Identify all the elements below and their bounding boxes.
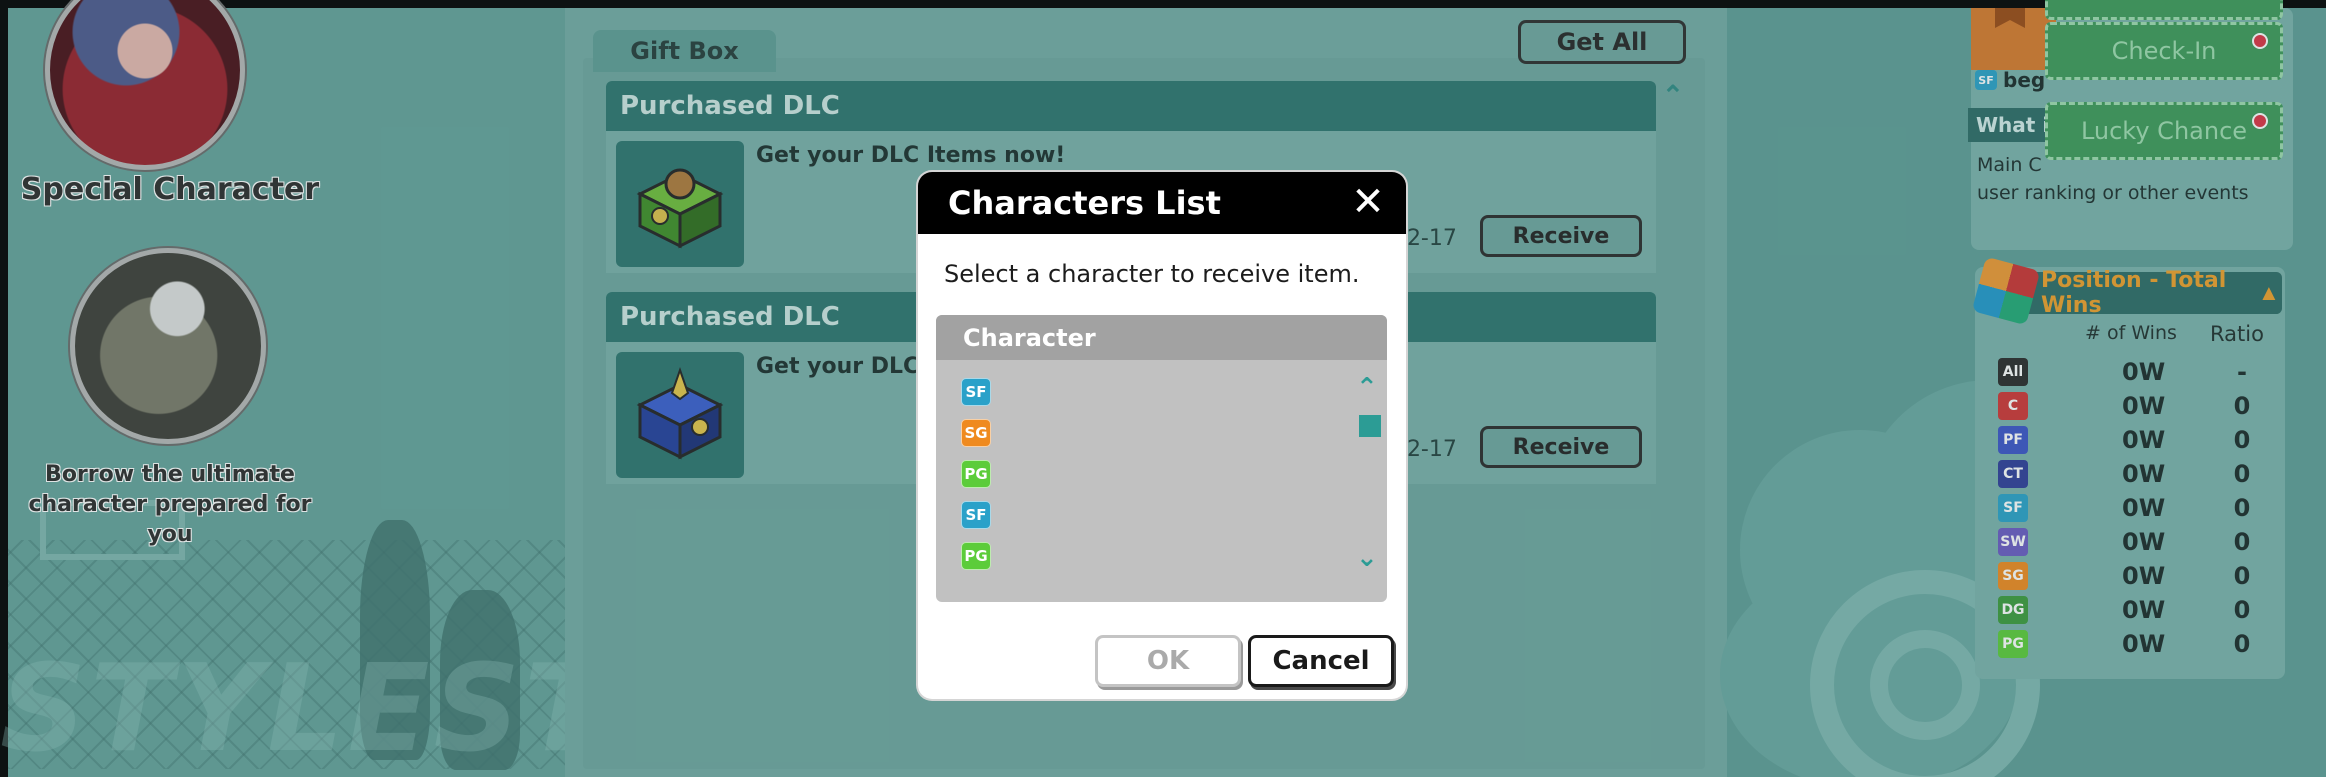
dialog-instruction: Select a character to receive item. bbox=[944, 260, 1360, 288]
character-list-item[interactable]: SF bbox=[961, 501, 991, 529]
position-badge: SF bbox=[961, 378, 991, 406]
close-icon[interactable]: ✕ bbox=[1348, 179, 1388, 225]
position-badge: SF bbox=[961, 501, 991, 529]
position-badge: PG bbox=[961, 542, 991, 570]
ok-button[interactable]: OK bbox=[1095, 635, 1241, 687]
characters-list-dialog: Characters List ✕ Select a character to … bbox=[918, 172, 1406, 699]
character-list-item[interactable]: PG bbox=[961, 542, 991, 570]
position-badge: PG bbox=[961, 460, 991, 488]
position-badge: SG bbox=[961, 419, 991, 447]
chevron-down-icon[interactable]: ⌄ bbox=[1356, 543, 1378, 573]
character-list-item[interactable]: SF bbox=[961, 378, 991, 406]
chevron-up-icon[interactable]: ⌃ bbox=[1356, 373, 1378, 403]
character-list-item[interactable]: PG bbox=[961, 460, 991, 488]
dialog-title: Characters List bbox=[918, 172, 1406, 234]
character-list: Character SF SG PG SF PG ⌃ ⌄ bbox=[936, 315, 1387, 602]
cancel-button[interactable]: Cancel bbox=[1248, 635, 1394, 687]
scrollbar-thumb[interactable] bbox=[1359, 415, 1381, 437]
character-list-item[interactable]: SG bbox=[961, 419, 991, 447]
character-list-header: Character bbox=[936, 315, 1387, 360]
